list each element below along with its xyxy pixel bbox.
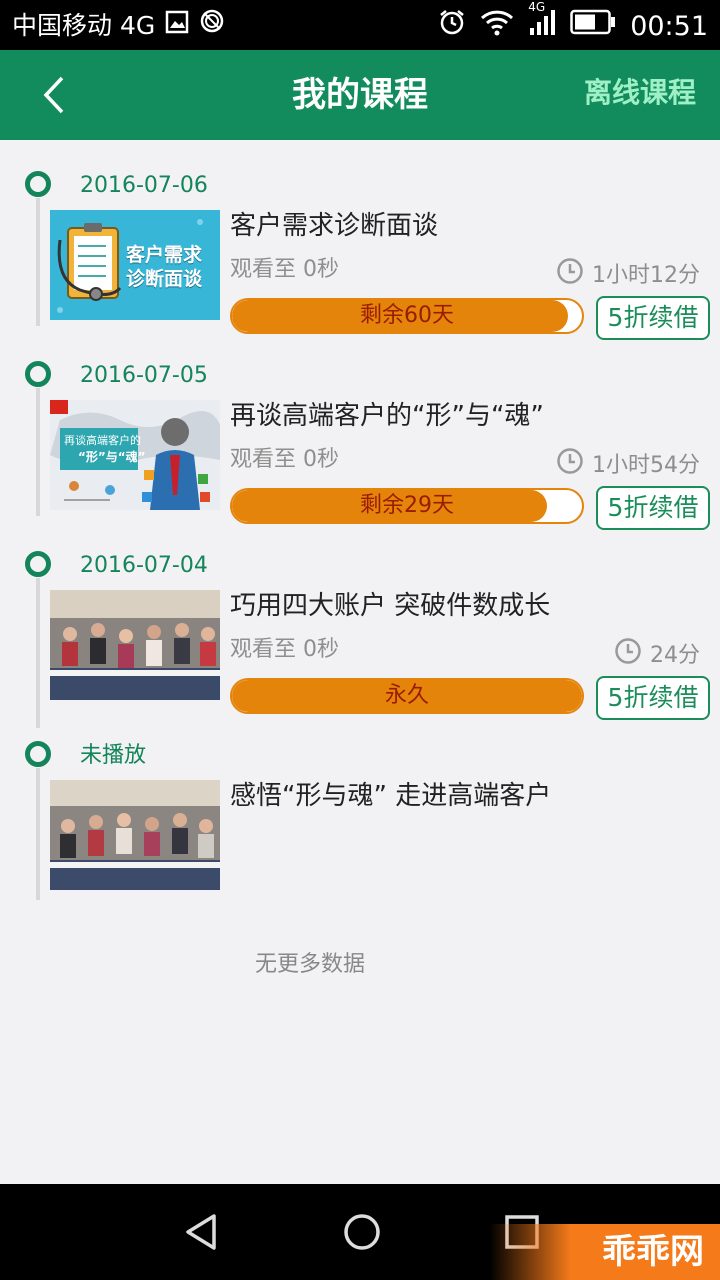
wifi-icon	[480, 8, 514, 45]
watched-progress-text: 观看至 0秒	[230, 447, 339, 472]
back-button[interactable]	[30, 70, 80, 120]
chevron-left-icon	[43, 76, 64, 114]
thumbnail-caption-line: 再谈高端客户的	[64, 434, 141, 447]
timeline-line	[36, 768, 40, 900]
duration-text: 1小时12分	[592, 262, 700, 288]
course-title[interactable]: 再谈高端客户的“形”与“魂”	[230, 398, 544, 434]
course-thumbnail[interactable]	[50, 780, 220, 890]
course-title[interactable]: 客户需求诊断面谈	[230, 208, 438, 244]
watched-progress-text: 观看至 0秒	[230, 257, 339, 282]
thumbnail-caption-line: 客户需求	[126, 244, 203, 266]
thumbnail-caption-line: “形”与“魂”	[78, 450, 146, 464]
timeline-dot	[25, 361, 51, 387]
course-duration: 1小时12分	[556, 257, 700, 294]
clock-icon	[556, 447, 584, 484]
clock-text: 00:51	[630, 10, 708, 42]
battery-icon	[570, 9, 616, 44]
duration-text: 1小时54分	[592, 452, 700, 478]
status-bar: 中国移动 4G 4G 00:51	[0, 0, 720, 50]
watermark-banner: 乖乖网	[490, 1224, 720, 1280]
course-thumbnail[interactable]	[50, 590, 220, 700]
remaining-days-label: 剩余29天	[360, 493, 454, 518]
remaining-days-label: 剩余60天	[360, 303, 454, 328]
renew-half-price-button[interactable]: 5折续借	[596, 486, 710, 530]
renew-half-price-button[interactable]: 5折续借	[596, 676, 710, 720]
course-timeline: 2016-07-06 客户需求 诊断面谈 客户需求诊断面谈 观看至 0秒 1小时…	[0, 140, 720, 1185]
course-duration: 1小时54分	[556, 447, 700, 484]
thumbnail-caption-line: 诊断面谈	[126, 268, 203, 290]
timeline-line	[36, 198, 40, 326]
course-status: 未播放	[80, 743, 147, 768]
clock-icon	[614, 637, 642, 674]
course-duration: 24分	[614, 637, 700, 674]
course-thumbnail[interactable]: 再谈高端客户的 “形”与“魂”	[50, 400, 220, 510]
timeline-line	[36, 578, 40, 728]
alarm-icon	[438, 8, 466, 45]
course-date: 2016-07-06	[80, 173, 208, 198]
offline-courses-link[interactable]: 离线课程	[584, 50, 696, 140]
carrier-text: 中国移动 4G	[12, 10, 156, 40]
nav-home-button[interactable]	[338, 1208, 386, 1256]
timeline-dot	[25, 171, 51, 197]
course-title[interactable]: 巧用四大账户 突破件数成长	[230, 588, 550, 624]
signal-icon: 4G	[528, 0, 556, 45]
renew-half-price-button[interactable]: 5折续借	[596, 296, 710, 340]
course-thumbnail[interactable]: 客户需求 诊断面谈	[50, 210, 220, 320]
triangle-back-icon	[186, 1214, 216, 1250]
seminar-audience-image	[50, 590, 220, 700]
remaining-days-bar: 永久	[230, 678, 584, 714]
timeline-dot	[25, 741, 51, 767]
remaining-days-bar: 剩余60天	[230, 298, 584, 334]
course-date: 2016-07-04	[80, 553, 208, 578]
app-header: 我的课程 离线课程	[0, 50, 720, 140]
app-screen: 中国移动 4G 4G 00:51 我的课程 离线课程 2016-07-06 客户…	[0, 0, 720, 1280]
course-title[interactable]: 感悟“形与魂” 走进高端客户	[230, 778, 551, 814]
timeline-dot	[25, 551, 51, 577]
circle-home-icon	[344, 1214, 380, 1250]
course-date: 2016-07-05	[80, 363, 208, 388]
sync-icon	[199, 8, 225, 43]
timeline-line	[36, 388, 40, 516]
seminar-audience-image	[50, 780, 220, 890]
network-type-badge: 4G	[528, 0, 546, 14]
remaining-days-bar: 剩余29天	[230, 488, 584, 524]
duration-text: 24分	[650, 642, 700, 668]
nav-back-button[interactable]	[178, 1208, 226, 1256]
gallery-icon	[165, 9, 189, 43]
clock-icon	[556, 257, 584, 294]
remaining-days-label: 永久	[384, 683, 429, 708]
no-more-data-text: 无更多数据	[254, 952, 365, 977]
watched-progress-text: 观看至 0秒	[230, 637, 339, 662]
watermark-text: 乖乖网	[602, 1232, 704, 1272]
